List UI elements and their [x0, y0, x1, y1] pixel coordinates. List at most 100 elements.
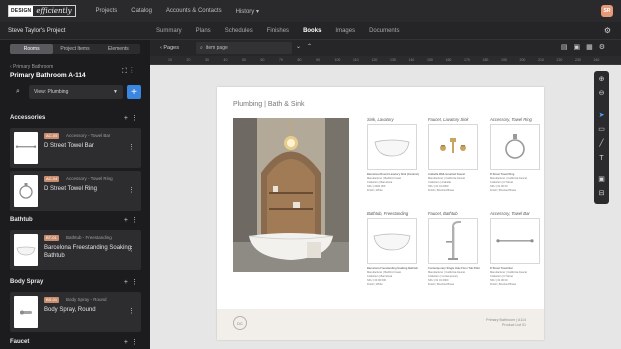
product-title: Faucet, Lavatory Sink	[428, 117, 469, 122]
seg-tab-rooms[interactable]: Rooms	[10, 44, 54, 54]
product-thumbnail	[14, 175, 38, 207]
page-search-placeholder: item page	[205, 45, 228, 51]
add-item-button[interactable]: +	[127, 85, 141, 99]
section-actions[interactable]: +⋮	[124, 278, 141, 286]
room-title: Primary Bathroom A-114	[10, 72, 86, 79]
ruler-tick-label: 10	[168, 58, 172, 62]
layout-icon[interactable]: ▦	[586, 44, 599, 51]
page-search-input[interactable]: ⌕ item page	[196, 42, 292, 54]
book-page[interactable]: Plumbing | Bath & Sink Sink, Lavatory Ba…	[217, 87, 544, 340]
ruler-tick-label: 140	[408, 58, 415, 62]
logo-script-text: efficiently	[36, 7, 72, 15]
sidebar: Rooms Project Items Elements ‹ Primary B…	[0, 40, 150, 349]
sidebar-seg-tabs: Rooms Project Items Elements	[10, 44, 140, 54]
item-name: D Street Towel Bar	[44, 143, 94, 149]
product-image	[367, 218, 417, 264]
pdf-icon[interactable]: ▣	[573, 44, 586, 51]
spec-line: Finish | Brushed Brass	[490, 189, 517, 192]
project-tabs: Summary Plans Schedules Finishes Books I…	[156, 28, 399, 34]
more-icon[interactable]: ⋮	[128, 186, 135, 194]
section-title: Accessories	[10, 115, 46, 121]
section-header-bathtub: Bathtub +⋮	[10, 214, 141, 226]
settings-icon[interactable]: ⚙	[599, 44, 611, 51]
product-card[interactable]: Faucet, Lavatory Sink Arabella Wall-moun…	[428, 117, 495, 193]
line-icon[interactable]: ╱	[594, 139, 609, 147]
image-icon[interactable]: ▣	[594, 175, 609, 183]
tab-summary[interactable]: Summary	[156, 28, 182, 34]
ruler-tick-label: 70	[279, 58, 283, 62]
more-icon[interactable]: ⋮	[128, 307, 135, 315]
product-card[interactable]: Faucet, Bathtub Contemporary Single Hole…	[428, 211, 495, 287]
tab-schedules[interactable]: Schedules	[225, 28, 253, 34]
tab-documents[interactable]: Documents	[369, 28, 399, 34]
pages-button[interactable]: ‹ Pages	[160, 45, 179, 51]
product-card[interactable]: Sink, Lavatory Barcelona Round Lavatory …	[367, 117, 434, 193]
rectangle-icon[interactable]: ▭	[594, 125, 609, 133]
user-avatar[interactable]: SR	[601, 5, 613, 17]
more-icon[interactable]: ⋮	[131, 68, 137, 75]
chevron-down-icon: ▼	[113, 89, 118, 95]
seg-tab-project-items[interactable]: Project Items	[53, 44, 96, 54]
zoom-in-icon[interactable]: ⊕	[594, 75, 609, 83]
section-actions[interactable]: +⋮	[124, 216, 141, 224]
room-actions: ⛶⋮	[122, 68, 137, 76]
product-title: Bathtub, Freestanding	[367, 211, 409, 216]
tab-images[interactable]: Images	[335, 28, 355, 34]
text-icon[interactable]: T	[594, 155, 609, 162]
section-header-accessories: Accessories +⋮	[10, 112, 141, 124]
archive-icon[interactable]: ⊟	[594, 189, 609, 197]
more-icon[interactable]: ⋮	[128, 143, 135, 151]
ruler: 10 20 30 40 50 60 70 80 90 100 110 120 130 140 150 160 1…	[150, 56, 621, 65]
document-icon[interactable]: ▤	[561, 44, 574, 51]
product-thumbnail	[14, 132, 38, 164]
ruler-tick-label: 90	[316, 58, 320, 62]
section-actions[interactable]: +⋮	[124, 338, 141, 346]
nav-accounts-contacts[interactable]: Accounts & Contacts	[166, 8, 222, 15]
seg-tab-elements[interactable]: Elements	[97, 44, 140, 54]
ruler-tick-label: 220	[556, 58, 563, 62]
ruler-tick-label: 130	[390, 58, 396, 62]
nav-history[interactable]: History ▾	[236, 8, 259, 15]
gear-icon[interactable]: ⚙	[604, 26, 611, 35]
zoom-out-icon[interactable]: ⊖	[594, 89, 609, 97]
list-item[interactable]: BT-01 Bathtub - Freestanding Barcelona F…	[10, 230, 141, 270]
item-category: Body Spray - Round	[66, 297, 107, 302]
product-card[interactable]: Accessory, Towel Ring D Street Towel Rin…	[490, 117, 557, 193]
ruler-tick-label: 230	[575, 58, 581, 62]
section-header-faucet: Faucet +⋮	[10, 336, 141, 348]
list-item[interactable]: BS-01 Body Spray - Round Body Spray, Rou…	[10, 292, 141, 332]
chevron-down-icon[interactable]: ⌄	[296, 44, 307, 50]
more-icon[interactable]: ⋮	[128, 245, 135, 253]
product-image	[428, 124, 478, 170]
list-item[interactable]: AC-05 Accessory - Towel Bar D Street Tow…	[10, 128, 141, 168]
nav-projects[interactable]: Projects	[96, 8, 118, 15]
ruler-tick-label: 40	[223, 58, 228, 62]
ruler-tick-label: 160	[445, 58, 452, 62]
item-name: D Street Towel Ring	[44, 186, 97, 192]
view-select-value: View: Plumbing	[34, 89, 69, 95]
tab-finishes[interactable]: Finishes	[267, 28, 289, 34]
tab-books[interactable]: Books	[303, 28, 321, 34]
breadcrumb[interactable]: ‹ Primary Bathroom	[10, 64, 53, 70]
item-category: Accessory - Towel Ring	[66, 176, 113, 181]
section-actions[interactable]: +⋮	[124, 114, 141, 122]
item-tag: BT-01	[44, 235, 59, 241]
list-item[interactable]: AC-04 Accessory - Towel Ring D Street To…	[10, 171, 141, 211]
tab-plans[interactable]: Plans	[196, 28, 211, 34]
logo-box-text: DESIGN	[9, 6, 34, 16]
pointer-icon[interactable]: ➤	[594, 111, 609, 119]
product-thumbnail	[14, 234, 38, 266]
chevron-up-icon[interactable]: ⌃	[307, 44, 318, 50]
item-tag: AC-04	[44, 176, 60, 182]
section-header-body-spray: Body Spray +⋮	[10, 276, 141, 288]
project-title[interactable]: Steve Taylor's Project	[8, 28, 156, 34]
view-select[interactable]: View: Plumbing ▼	[29, 85, 123, 99]
search-icon[interactable]: ⌕	[10, 85, 26, 99]
product-card[interactable]: Accessory, Towel Bar D Street Towel Bar …	[490, 211, 557, 287]
nav-catalog[interactable]: Catalog	[131, 8, 152, 15]
app-logo[interactable]: DESIGN efficiently	[8, 5, 76, 17]
ruler-tick-label: 170	[464, 58, 470, 62]
item-tag: BS-01	[44, 297, 60, 303]
product-card[interactable]: Bathtub, Freestanding Barcelona Freestan…	[367, 211, 434, 287]
expand-icon[interactable]: ⛶	[122, 68, 131, 75]
